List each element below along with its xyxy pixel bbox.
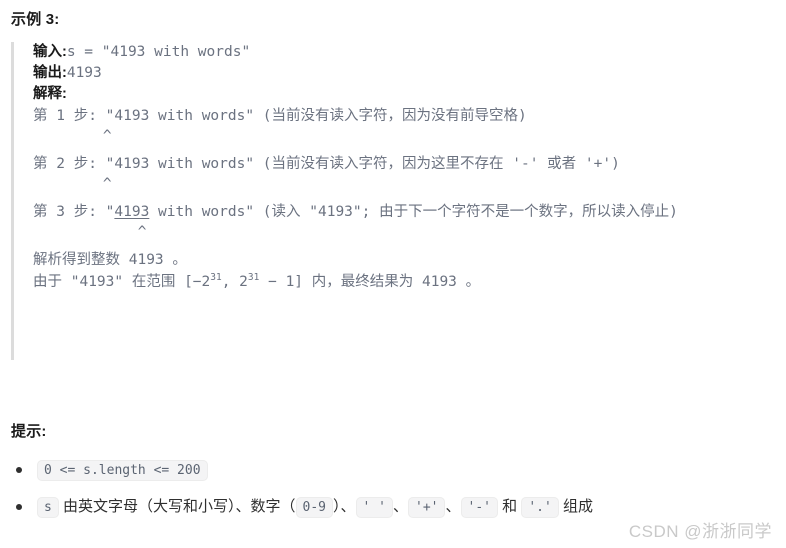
result-range-part-c: − 1] 内，最终结果为 4193 。 [259, 274, 481, 290]
hint-2-text-6: 组成 [558, 498, 593, 516]
hint-2-text-4: 、 [445, 498, 461, 516]
bullet-icon [16, 504, 22, 510]
watermark: CSDN @浙浙同学 [628, 522, 772, 541]
hint-2-code-space: ' ' [355, 497, 393, 518]
list-item: 0 <= s.length <= 200 [11, 458, 781, 483]
step-2-caret-glyph: ^ [102, 176, 112, 192]
step-3-line: 第 3 步: "4193 with words" (读入 "4193"; 由于下… [33, 201, 771, 223]
bullet-icon [16, 467, 22, 473]
hint-2-code-digits: 0-9 [295, 497, 333, 518]
output-line: 输出:4193 [33, 63, 771, 84]
step-3-caret-glyph: ^ [137, 224, 147, 240]
input-label: 输入: [33, 44, 67, 60]
hint-2-text-1: 由英文字母（大写和小写）、数字（ [58, 498, 296, 516]
explain-line: 解释: [33, 84, 771, 105]
hints-heading: 提示: [11, 423, 47, 440]
step-2-rest: 4193 with words" (当前没有读入字符，因为这里不存在 '-' 或… [114, 156, 620, 172]
hint-2-text-3: 、 [392, 498, 408, 516]
hint-2-code-plus: '+' [408, 497, 446, 518]
step-2-line: 第 2 步: "4193 with words" (当前没有读入字符，因为这里不… [33, 153, 771, 175]
result-exponent-2: 31 [247, 272, 260, 284]
step-2-caret-indent [33, 176, 103, 192]
hint-2-text-2: ）、 [332, 498, 356, 516]
input-value: s = "4193 with words" [66, 44, 251, 60]
result-range-part-a: 由于 "4193" 在范围 [−2 [33, 274, 211, 290]
result-parse-line: 解析得到整数 4193 。 [33, 252, 187, 268]
step-2-caret: ^ [33, 175, 771, 193]
hint-2-lead-code: s [37, 497, 59, 518]
result-exponent-1: 31 [210, 272, 222, 284]
step-3-highlight: 4193 [114, 204, 150, 220]
step-1-rest: 4193 with words" (当前没有读入字符，因为没有前导空格) [114, 108, 527, 124]
explain-label: 解释: [33, 86, 67, 102]
hint-2-text-5: 和 [497, 498, 522, 516]
step-3-prefix: 第 3 步: " [33, 204, 115, 220]
output-value: 4193 [66, 65, 102, 81]
hint-2-code-minus: '-' [460, 497, 498, 518]
example-heading: 示例 3: [11, 11, 60, 28]
step-1-caret-glyph: ^ [102, 128, 112, 144]
result-range-line: 由于 "4193" 在范围 [−231, 231 − 1] 内，最终结果为 41… [33, 271, 771, 293]
hint-1-code: 0 <= s.length <= 200 [37, 460, 208, 481]
step-3-caret-indent [33, 224, 138, 240]
step-2-prefix: 第 2 步: " [33, 156, 115, 172]
example-blockquote: 输入:s = "4193 with words" 输出:4193 解释: 第 1… [11, 42, 771, 360]
document-page: 示例 3: 输入:s = "4193 with words" 输出:4193 解… [0, 0, 786, 548]
step-3-caret: ^ [33, 223, 771, 241]
step-1-caret-indent [33, 128, 103, 144]
output-label: 输出: [33, 65, 67, 81]
step-1-line: 第 1 步: "4193 with words" (当前没有读入字符，因为没有前… [33, 105, 771, 127]
hint-2-code-dot: '.' [521, 497, 559, 518]
input-line: 输入:s = "4193 with words" [33, 42, 771, 63]
step-3-rest: with words" (读入 "4193"; 由于下一个字符不是一个数字，所以… [149, 204, 678, 220]
step-1-caret: ^ [33, 127, 771, 145]
result-range-part-b: , 2 [221, 274, 248, 290]
step-1-prefix: 第 1 步: " [33, 108, 115, 124]
